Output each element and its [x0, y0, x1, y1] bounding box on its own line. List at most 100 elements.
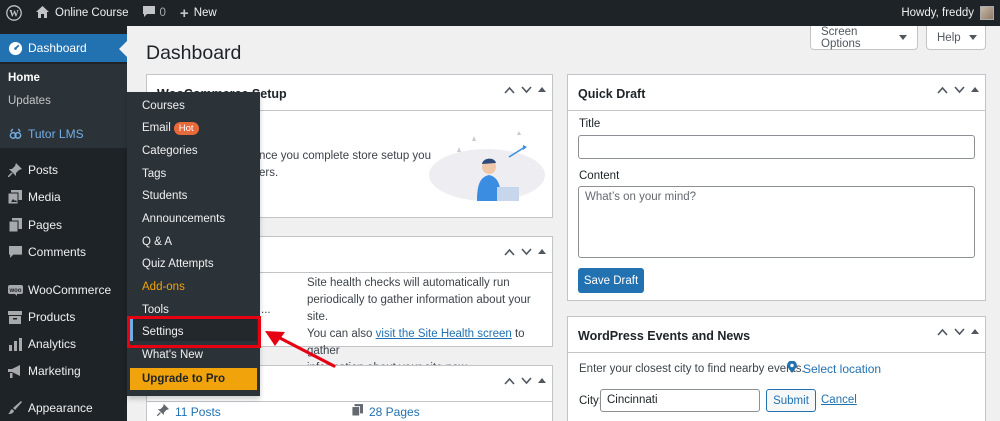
flyout-item-upgrade-to-pro[interactable]: Upgrade to Pro	[142, 373, 225, 385]
avatar	[980, 6, 994, 20]
flyout-item-courses[interactable]: Courses	[142, 100, 185, 112]
setup-illustration	[427, 127, 547, 207]
flyout-item-tags[interactable]: Tags	[142, 168, 166, 180]
toggle-icon[interactable]	[538, 85, 546, 97]
flyout-item-students[interactable]: Students	[142, 190, 187, 202]
move-up-icon[interactable]	[937, 327, 948, 339]
sidebar-label: Posts	[28, 163, 59, 177]
new-content-link[interactable]: + New	[173, 0, 224, 26]
toggle-icon[interactable]	[971, 85, 979, 97]
submenu-updates[interactable]: Updates	[8, 95, 51, 107]
sidebar-item-woocommerce[interactable]: woo WooCommerce	[0, 276, 127, 304]
sidebar-label: Dashboard	[28, 41, 87, 55]
help-button[interactable]: Help	[926, 26, 986, 50]
postbox-header: Quick Draft	[568, 75, 985, 111]
site-health-link[interactable]: visit the Site Health screen	[376, 328, 512, 340]
select-location-label: Select location	[803, 361, 882, 376]
flyout-item-addons[interactable]: Add-ons	[142, 281, 185, 293]
sidebar-label: Marketing	[28, 364, 81, 378]
media-icon	[6, 188, 24, 206]
move-down-icon[interactable]	[521, 85, 532, 97]
account-menu[interactable]: Howdy, freddy	[894, 0, 1000, 26]
sidebar-item-appearance[interactable]: Appearance	[0, 394, 127, 421]
flyout-item-whats-new[interactable]: What's New	[142, 349, 203, 361]
sidebar-item-dashboard[interactable]: Dashboard	[0, 34, 127, 62]
health-text: Site health checks will automatically ru…	[307, 275, 552, 377]
flyout-item-categories[interactable]: Categories	[142, 145, 198, 157]
sidebar-item-analytics[interactable]: Analytics	[0, 330, 127, 358]
dropdown-arrow-icon	[899, 35, 907, 40]
select-location-link[interactable]: Select location	[787, 360, 882, 376]
sidebar-item-posts[interactable]: Posts	[0, 156, 127, 184]
pages-count-link[interactable]: 28 Pages	[351, 404, 420, 419]
flyout-item-quiz-attempts[interactable]: Quiz Attempts	[142, 258, 214, 270]
move-up-icon[interactable]	[504, 85, 515, 97]
flyout-item-announcements[interactable]: Announcements	[142, 213, 225, 225]
move-up-icon[interactable]	[504, 376, 515, 388]
settings-highlight-box	[127, 316, 261, 348]
city-input[interactable]: Cincinnati	[600, 389, 760, 412]
health-text-line: Site health checks will automatically ru…	[307, 277, 510, 289]
pushpin-icon	[6, 161, 24, 179]
toggle-icon[interactable]	[538, 247, 546, 259]
submenu-home[interactable]: Home	[8, 72, 40, 84]
sidebar-item-marketing[interactable]: Marketing	[0, 357, 127, 385]
sidebar-label: Tutor LMS	[28, 127, 84, 141]
woo-icon: woo	[6, 281, 24, 299]
archive-box-icon	[6, 308, 24, 326]
page-title: Dashboard	[146, 42, 242, 64]
toggle-icon[interactable]	[971, 327, 979, 339]
admin-bar: W Online Course 0 + New Howdy, freddy	[0, 0, 1000, 26]
sidebar-label: Analytics	[28, 337, 77, 351]
sidebar-item-media[interactable]: Media	[0, 183, 127, 211]
location-pin-icon	[787, 360, 797, 376]
submit-button[interactable]: Submit	[766, 389, 816, 412]
sidebar-label: Media	[28, 190, 61, 204]
megaphone-icon	[6, 362, 24, 380]
svg-text:W: W	[9, 9, 19, 20]
flyout-item-qa[interactable]: Q & A	[142, 236, 172, 248]
move-up-icon[interactable]	[504, 247, 515, 259]
health-text-line: You can also visit the Site Health scree…	[307, 326, 552, 360]
posts-count: 11 Posts	[175, 404, 221, 419]
site-name-link[interactable]: Online Course	[29, 0, 136, 26]
quick-draft-postbox: Quick Draft Title Content What’s on your…	[567, 74, 986, 301]
admin-sidebar: Dashboard Home Updates Tutor LMS Posts M…	[0, 26, 127, 421]
setup-text: nce you complete store setup you ers.	[259, 148, 431, 182]
move-up-icon[interactable]	[937, 85, 948, 97]
wordpress-logo-icon[interactable]: W	[0, 0, 29, 26]
save-draft-button[interactable]: Save Draft	[578, 268, 644, 293]
current-caret	[119, 41, 127, 57]
site-name: Online Course	[55, 7, 129, 19]
sidebar-item-comments[interactable]: Comments	[0, 238, 127, 266]
sidebar-item-tutor-lms[interactable]: Tutor LMS	[0, 120, 127, 148]
title-input[interactable]	[578, 135, 975, 159]
sidebar-label: Products	[28, 310, 76, 324]
comments-link[interactable]: 0	[136, 0, 173, 26]
content-textarea[interactable]: What’s on your mind?	[578, 186, 975, 258]
postbox-handles	[504, 85, 546, 97]
screen-options-button[interactable]: Screen Options	[810, 26, 918, 50]
move-down-icon[interactable]	[521, 247, 532, 259]
postbox-handles	[504, 376, 546, 388]
paintbrush-icon	[6, 399, 24, 417]
tutor-owl-icon	[6, 125, 24, 143]
events-intro: Enter your closest city to find nearby e…	[579, 363, 805, 375]
move-down-icon[interactable]	[954, 327, 965, 339]
sidebar-item-products[interactable]: Products	[0, 303, 127, 331]
flyout-item-email[interactable]: Email Hot	[142, 122, 199, 135]
flyout-item-tools[interactable]: Tools	[142, 304, 169, 316]
posts-count-link[interactable]: 11 Posts	[156, 404, 221, 419]
postbox-header: WordPress Events and News	[568, 317, 985, 353]
toggle-icon[interactable]	[538, 376, 546, 388]
screen-options-label: Screen Options	[821, 25, 861, 50]
sidebar-item-pages[interactable]: Pages	[0, 211, 127, 239]
move-down-icon[interactable]	[954, 85, 965, 97]
new-label: New	[193, 7, 217, 19]
help-label: Help	[937, 31, 961, 44]
move-down-icon[interactable]	[521, 376, 532, 388]
sidebar-label: Comments	[28, 245, 87, 259]
cancel-link[interactable]: Cancel	[821, 394, 857, 406]
svg-text:woo: woo	[8, 288, 21, 294]
content-label: Content	[579, 170, 620, 182]
